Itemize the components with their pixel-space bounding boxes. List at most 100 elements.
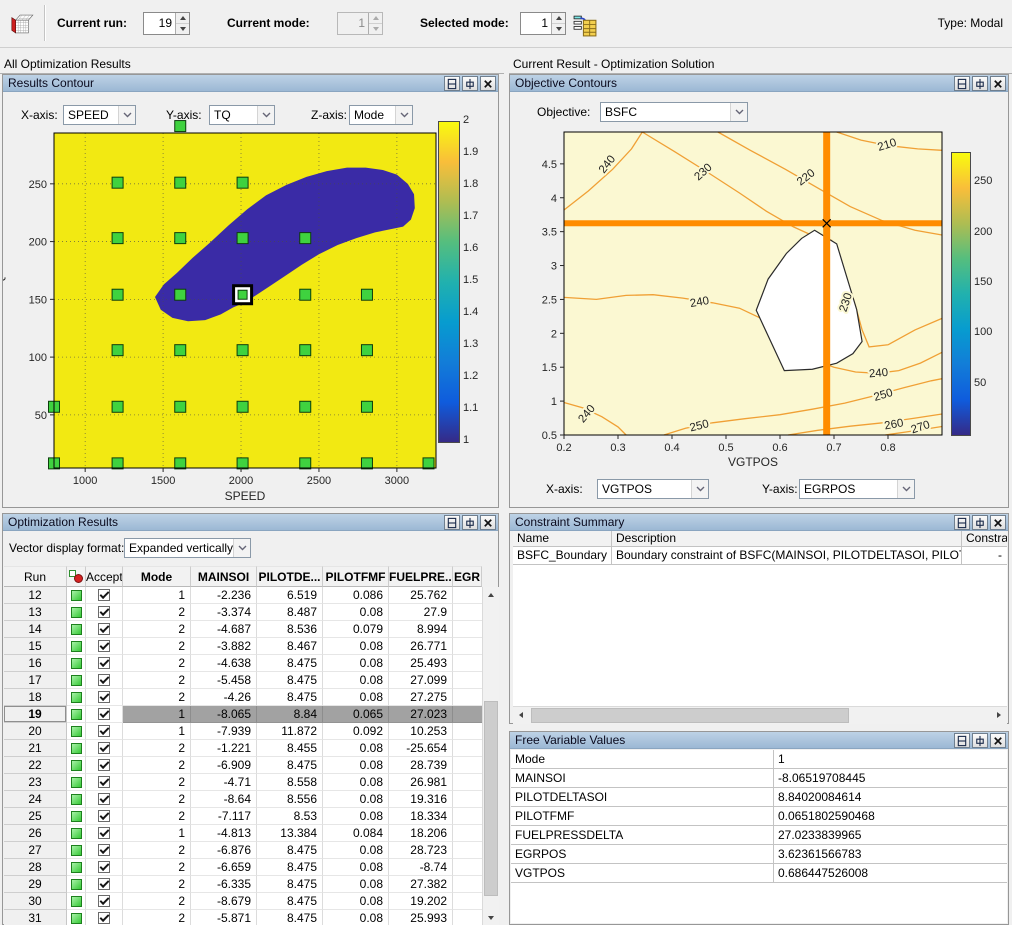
run-cell[interactable]: 22	[4, 757, 67, 774]
close-button[interactable]	[990, 515, 1006, 530]
undock-button[interactable]	[972, 515, 988, 530]
accept-checkbox[interactable]	[98, 844, 110, 856]
accept-cell[interactable]	[86, 706, 123, 723]
accept-checkbox[interactable]	[98, 793, 110, 805]
close-button[interactable]	[990, 733, 1006, 748]
accept-cell[interactable]	[86, 774, 123, 791]
value-cell[interactable]: 2	[123, 604, 191, 621]
value-cell[interactable]: 8.558	[257, 774, 323, 791]
column-header-Run[interactable]: Run	[4, 566, 67, 587]
value-cell[interactable]: 0.086	[323, 587, 389, 604]
value-cell[interactable]: 1	[123, 587, 191, 604]
value-cell[interactable]	[453, 791, 482, 808]
constraint-summary-titlebar[interactable]: Constraint Summary	[510, 514, 1008, 531]
value-cell[interactable]: 27.023	[389, 706, 453, 723]
value-cell[interactable]: 2	[123, 740, 191, 757]
run-cell[interactable]: 25	[4, 808, 67, 825]
accept-cell[interactable]	[86, 723, 123, 740]
value-cell[interactable]: 0.08	[323, 893, 389, 910]
value-cell[interactable]	[453, 604, 482, 621]
constraint-horizontal-scrollbar[interactable]	[513, 706, 1007, 724]
undock-button[interactable]	[462, 76, 478, 91]
objective-contours-titlebar[interactable]: Objective Contours	[510, 75, 1008, 92]
result-row-19[interactable]: 191-8.0658.840.06527.023	[4, 706, 482, 723]
column-header-PILOTFMF[interactable]: PILOTFMF	[323, 566, 389, 587]
free-variable-row[interactable]: Mode1	[511, 750, 1007, 769]
selected-mode-spinner[interactable]: 1	[520, 12, 566, 35]
column-header-Constrai[interactable]: Constrai	[962, 531, 1007, 547]
column-header-EGR[interactable]: EGR	[453, 566, 482, 587]
accept-cell[interactable]	[86, 893, 123, 910]
run-cell[interactable]: 16	[4, 655, 67, 672]
value-cell[interactable]: -4.687	[191, 621, 257, 638]
accept-cell[interactable]	[86, 655, 123, 672]
accept-cell[interactable]	[86, 638, 123, 655]
value-cell[interactable]	[453, 621, 482, 638]
value-cell[interactable]	[453, 859, 482, 876]
accept-cell[interactable]	[86, 740, 123, 757]
apply-to-table-button[interactable]	[570, 10, 600, 40]
run-cell[interactable]: 14	[4, 621, 67, 638]
value-cell[interactable]: 0.092	[323, 723, 389, 740]
scroll-right-button[interactable]	[991, 707, 1007, 723]
value-cell[interactable]	[453, 876, 482, 893]
value-cell[interactable]: 2	[123, 910, 191, 925]
value-cell[interactable]: 8.467	[257, 638, 323, 655]
accept-checkbox[interactable]	[98, 776, 110, 788]
value-cell[interactable]: -1.221	[191, 740, 257, 757]
results-contour-titlebar[interactable]: Results Contour	[3, 75, 498, 92]
column-header-Mode[interactable]: Mode	[123, 566, 191, 587]
accept-checkbox[interactable]	[98, 640, 110, 652]
value-cell[interactable]: 8.84	[257, 706, 323, 723]
value-cell[interactable]: 0.08	[323, 740, 389, 757]
value-cell[interactable]: 0.08	[323, 910, 389, 925]
column-header-FUELPRE...[interactable]: FUELPRE...	[389, 566, 453, 587]
value-cell[interactable]: 8.475	[257, 842, 323, 859]
value-cell[interactable]: 10.253	[389, 723, 453, 740]
value-cell[interactable]	[453, 740, 482, 757]
value-cell[interactable]: -4.71	[191, 774, 257, 791]
value-cell[interactable]: 8.475	[257, 910, 323, 925]
close-button[interactable]	[480, 515, 496, 530]
scroll-down-button[interactable]	[483, 910, 499, 925]
run-cell[interactable]: 23	[4, 774, 67, 791]
column-header-acceptable[interactable]	[67, 566, 86, 587]
result-row-15[interactable]: 152-3.8828.4670.0826.771	[4, 638, 482, 655]
result-row-31[interactable]: 312-5.8718.4750.0825.993	[4, 910, 482, 925]
run-cell[interactable]: 12	[4, 587, 67, 604]
accept-cell[interactable]	[86, 842, 123, 859]
scrollbar-thumb[interactable]	[531, 708, 849, 723]
accept-cell[interactable]	[86, 757, 123, 774]
value-cell[interactable]: 8.536	[257, 621, 323, 638]
run-cell[interactable]: 31	[4, 910, 67, 925]
result-row-25[interactable]: 252-7.1178.530.0818.334	[4, 808, 482, 825]
free-variable-values-table[interactable]: Mode1MAINSOI-8.06519708445PILOTDELTASOI8…	[511, 750, 1007, 923]
value-cell[interactable]: 2	[123, 791, 191, 808]
value-cell[interactable]: 2	[123, 672, 191, 689]
value-cell[interactable]: 0.08	[323, 774, 389, 791]
free-variable-row[interactable]: PILOTFMF0.0651802590468	[511, 807, 1007, 826]
run-cell[interactable]: 20	[4, 723, 67, 740]
dock-button[interactable]	[954, 76, 970, 91]
close-button[interactable]	[480, 76, 496, 91]
value-cell[interactable]: 25.762	[389, 587, 453, 604]
value-cell[interactable]: 0.065	[323, 706, 389, 723]
result-row-27[interactable]: 272-6.8768.4750.0828.723	[4, 842, 482, 859]
column-header-Accept[interactable]: Accept	[86, 566, 123, 587]
accept-cell[interactable]	[86, 876, 123, 893]
value-cell[interactable]: 0.08	[323, 791, 389, 808]
scrollbar-thumb[interactable]	[484, 701, 498, 896]
result-row-26[interactable]: 261-4.81313.3840.08418.206	[4, 825, 482, 842]
value-cell[interactable]: 0.08	[323, 604, 389, 621]
value-cell[interactable]: -4.26	[191, 689, 257, 706]
value-cell[interactable]: 0.08	[323, 689, 389, 706]
accept-checkbox[interactable]	[98, 691, 110, 703]
value-cell[interactable]: 2	[123, 655, 191, 672]
value-cell[interactable]	[453, 808, 482, 825]
free-variable-row[interactable]: VGTPOS0.686447526008	[511, 864, 1007, 883]
value-cell[interactable]: 28.739	[389, 757, 453, 774]
value-cell[interactable]: 2	[123, 876, 191, 893]
accept-checkbox[interactable]	[98, 912, 110, 924]
result-row-24[interactable]: 242-8.648.5560.0819.316	[4, 791, 482, 808]
value-cell[interactable]: 0.08	[323, 638, 389, 655]
